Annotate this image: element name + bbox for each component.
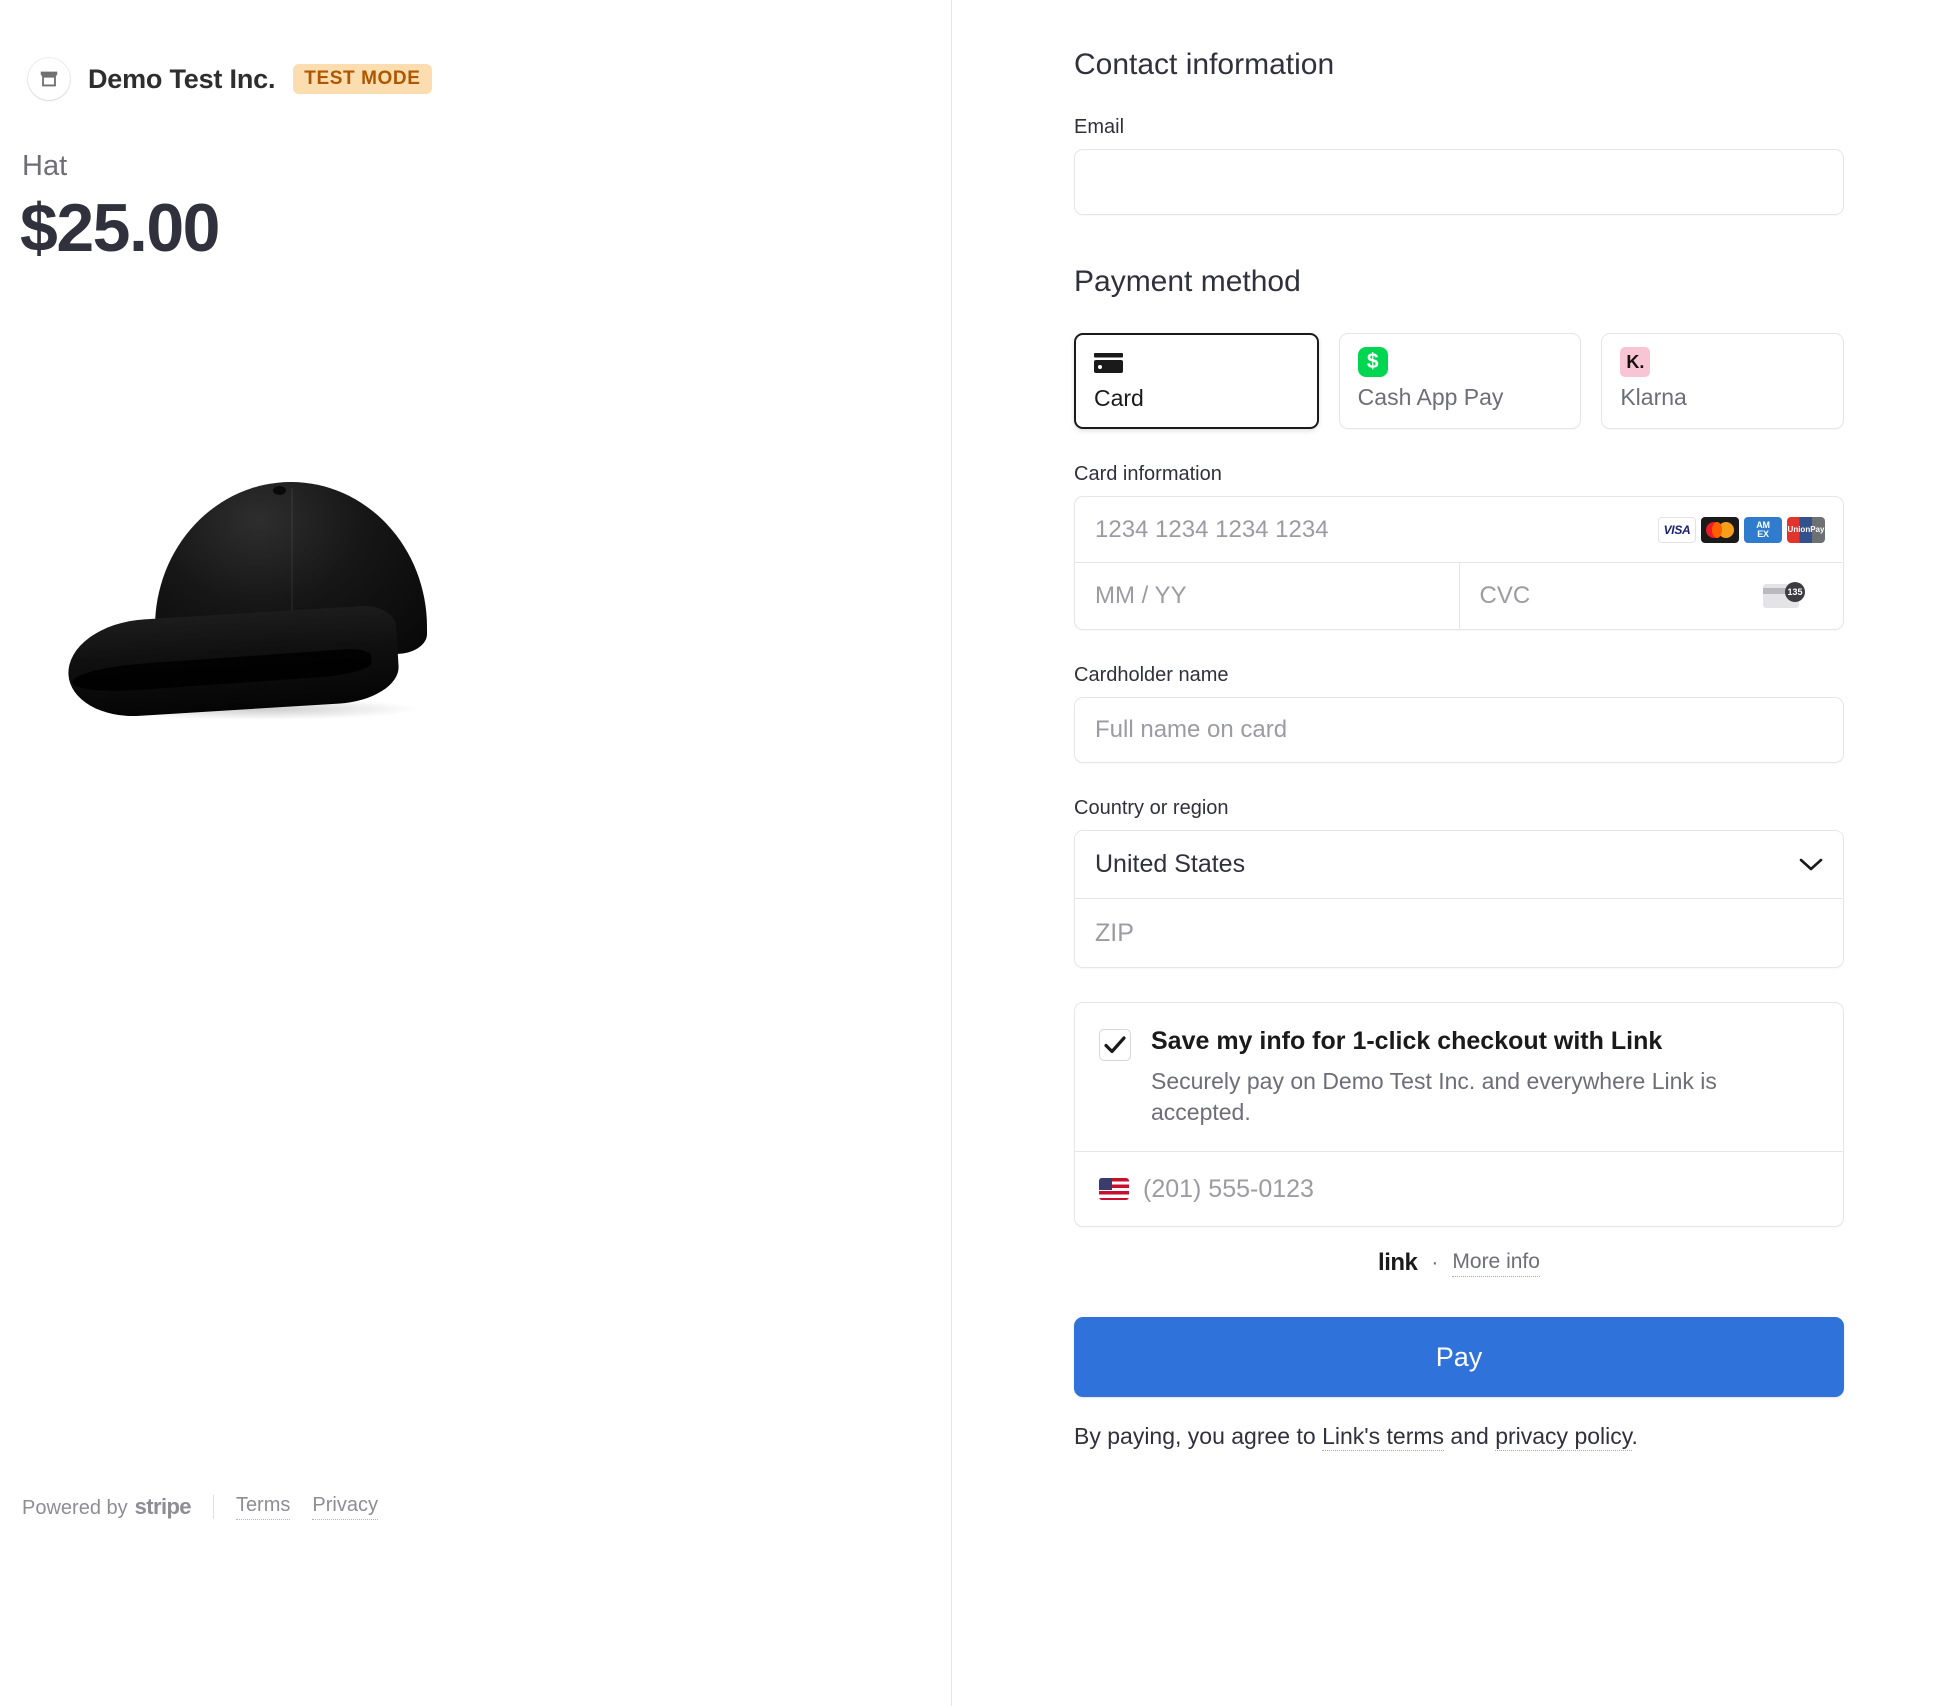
country-select[interactable]: United States <box>1075 831 1843 899</box>
terms-link[interactable]: Terms <box>235 1494 291 1520</box>
link-separator: · <box>1431 1251 1439 1275</box>
link-save-info-text: Save my info for 1-click checkout with L… <box>1151 1027 1819 1127</box>
terms-agreement-text: By paying, you agree to Link's terms and… <box>1074 1423 1844 1452</box>
visa-icon: VISA <box>1658 516 1696 543</box>
terms-middle: and <box>1444 1423 1496 1450</box>
tab-cash-app-pay[interactable]: $ Cash App Pay <box>1338 333 1582 429</box>
credit-card-icon <box>1094 348 1301 378</box>
payment-method-title: Payment method <box>1074 265 1301 298</box>
terms-suffix: . <box>1631 1423 1638 1450</box>
product-name: Hat <box>22 150 68 182</box>
contact-information-title: Contact information <box>1074 48 1335 81</box>
email-label: Email <box>1074 116 1125 138</box>
store-icon <box>28 58 70 100</box>
link-save-info-box: Save my info for 1-click checkout with L… <box>1074 1002 1844 1228</box>
merchant-name: Demo Test Inc. <box>88 63 276 94</box>
card-information-group: 1234 1234 1234 1234 VISA AM EX UnionPay … <box>1074 496 1844 630</box>
stripe-logo: stripe <box>134 1494 192 1519</box>
country-region-label: Country or region <box>1074 797 1229 819</box>
chevron-down-icon <box>1799 850 1823 879</box>
privacy-link[interactable]: Privacy <box>312 1494 378 1520</box>
card-cvc-field[interactable]: CVC 135 <box>1458 563 1844 629</box>
payment-method-tabs: Card $ Cash App Pay K. Klarna <box>1074 333 1845 429</box>
cash-app-icon: $ <box>1357 347 1565 377</box>
more-info-link[interactable]: More info <box>1452 1250 1540 1277</box>
card-number-field[interactable]: 1234 1234 1234 1234 <box>1075 497 1658 562</box>
powered-by-stripe: Powered by stripe <box>22 1494 192 1520</box>
save-info-checkbox[interactable] <box>1099 1029 1131 1061</box>
card-expiry-cvc-row: MM / YY CVC 135 <box>1075 563 1843 629</box>
amex-bottom: EX <box>1757 528 1769 539</box>
zip-input[interactable]: ZIP <box>1075 899 1843 967</box>
card-brand-icons: VISA AM EX UnionPay <box>1658 516 1843 543</box>
pay-button[interactable]: Pay <box>1074 1317 1844 1398</box>
phone-placeholder: (201) 555-0123 <box>1143 1174 1314 1203</box>
test-mode-badge: TEST MODE <box>293 64 432 94</box>
privacy-policy-link[interactable]: privacy policy <box>1495 1423 1632 1452</box>
checkout-form: Contact information Email Payment method… <box>1074 48 1845 1452</box>
card-cvc-placeholder: CVC <box>1479 582 1531 609</box>
phone-input[interactable]: (201) 555-0123 <box>1075 1152 1843 1226</box>
amex-icon: AM EX <box>1744 516 1782 543</box>
powered-by-label: Powered by <box>22 1497 128 1519</box>
unionpay-icon: UnionPay <box>1787 516 1825 543</box>
card-expiry-field[interactable]: MM / YY <box>1075 563 1459 629</box>
link-save-subtext: Securely pay on Demo Test Inc. and every… <box>1151 1068 1717 1125</box>
us-flag-icon <box>1099 1178 1129 1201</box>
tab-card-label: Card <box>1094 385 1144 411</box>
country-selected-value: United States <box>1095 850 1246 878</box>
cardholder-name-input[interactable] <box>1074 697 1844 763</box>
link-save-info-row: Save my info for 1-click checkout with L… <box>1075 1003 1843 1153</box>
product-image <box>0 322 951 882</box>
merchant-header: Demo Test Inc. TEST MODE <box>0 0 951 100</box>
link-logo: link <box>1378 1249 1418 1277</box>
tab-klarna-label: Klarna <box>1620 384 1687 410</box>
cvc-hint-digits: 135 <box>1785 582 1805 602</box>
country-zip-group: United States ZIP <box>1074 830 1844 968</box>
terms-prefix: By paying, you agree to <box>1074 1423 1323 1450</box>
tab-card[interactable]: Card <box>1074 333 1319 429</box>
email-input[interactable] <box>1074 149 1844 215</box>
tab-cash-app-pay-label: Cash App Pay <box>1357 384 1504 410</box>
checkout-page: Demo Test Inc. TEST MODE Hat $25.00 Powe… <box>0 0 1938 1706</box>
cap-shadow <box>100 698 420 721</box>
link-save-headline: Save my info for 1-click checkout with L… <box>1151 1027 1663 1055</box>
link-branding-row: link · More info <box>1074 1249 1844 1277</box>
cardholder-name-label: Cardholder name <box>1074 664 1229 686</box>
cvc-hint-icon: 135 <box>1763 582 1805 610</box>
mastercard-icon <box>1701 516 1739 543</box>
link-terms-link[interactable]: Link's terms <box>1322 1423 1445 1452</box>
footer-divider <box>212 1495 214 1519</box>
tab-klarna[interactable]: K. Klarna <box>1601 333 1845 429</box>
order-summary-panel: Demo Test Inc. TEST MODE Hat $25.00 Powe… <box>0 0 952 1706</box>
baseball-cap-illustration <box>60 482 460 722</box>
product-price: $25.00 <box>20 190 220 266</box>
payment-form-panel: Contact information Email Payment method… <box>952 0 1938 1706</box>
klarna-icon: K. <box>1620 347 1827 377</box>
card-information-label: Card information <box>1074 463 1222 485</box>
card-number-row: 1234 1234 1234 1234 VISA AM EX UnionPay <box>1075 497 1843 563</box>
page-footer: Powered by stripe Terms Privacy <box>22 1494 378 1520</box>
